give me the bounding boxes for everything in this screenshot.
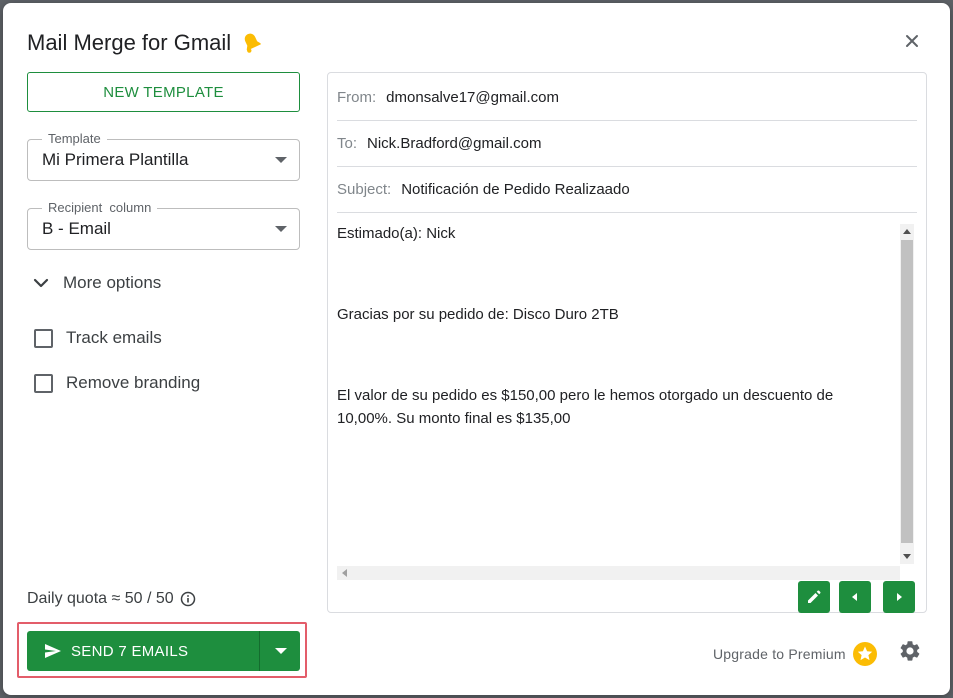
recipient-column-label: Recipient column (42, 200, 158, 215)
more-options-label: More options (63, 273, 162, 292)
upgrade-label: Upgrade to Premium (713, 646, 846, 662)
scroll-down-icon[interactable] (903, 554, 911, 559)
send-icon (45, 644, 61, 658)
remove-branding-checkbox[interactable]: Remove branding (34, 373, 200, 393)
edit-template-button[interactable] (798, 581, 830, 613)
dialog-title-text: Mail Merge for Gmail (27, 30, 232, 55)
send-emails-button[interactable]: SEND 7 EMAILS (27, 631, 259, 671)
chevron-down-icon (275, 226, 287, 232)
scrollbar-thumb[interactable] (901, 240, 913, 543)
scroll-up-icon[interactable] (903, 229, 911, 234)
template-select-value: Mi Primera Plantilla (42, 150, 189, 169)
track-emails-label: Track emails (66, 328, 162, 347)
email-preview: From: dmonsalve17@gmail.com To: Nick.Bra… (327, 72, 927, 613)
caret-left-icon (852, 593, 857, 601)
scroll-left-icon[interactable] (342, 569, 347, 577)
template-select-label: Template (42, 131, 107, 146)
info-icon[interactable] (180, 591, 196, 607)
template-select[interactable]: Template Mi Primera Plantilla (27, 131, 300, 181)
chevron-down-icon (33, 278, 49, 288)
caret-down-icon (275, 648, 287, 654)
mail-merge-dialog: Mail Merge for Gmail NEW TEMPLATE Templa… (3, 3, 950, 695)
caret-right-icon (897, 593, 902, 601)
more-options-toggle[interactable]: More options (31, 273, 161, 293)
subject-label: Subject: (337, 181, 392, 198)
remove-branding-label: Remove branding (66, 373, 201, 392)
to-label: To: (337, 135, 358, 152)
track-emails-checkbox[interactable]: Track emails (34, 328, 162, 348)
horizontal-scrollbar[interactable] (337, 566, 900, 580)
recipient-column-value: B - Email (42, 219, 111, 238)
star-icon (852, 642, 877, 666)
close-icon[interactable] (902, 31, 922, 51)
pencil-icon (808, 590, 821, 603)
to-row: To: Nick.Bradford@gmail.com (337, 121, 917, 167)
dialog-title: Mail Merge for Gmail (27, 30, 265, 56)
checkbox-box[interactable] (34, 328, 53, 348)
recipient-column-select[interactable]: Recipient column B - Email (27, 200, 300, 250)
previous-recipient-button[interactable] (839, 581, 871, 613)
checkbox-box[interactable] (34, 373, 53, 393)
send-emails-label: SEND 7 EMAILS (71, 642, 189, 660)
to-value: Nick.Bradford@gmail.com (367, 135, 542, 152)
vertical-scrollbar[interactable] (900, 224, 914, 564)
from-value: dmonsalve17@gmail.com (386, 89, 559, 106)
next-recipient-button[interactable] (883, 581, 915, 613)
subject-row: Subject: Notificación de Pedido Realizaa… (337, 167, 917, 213)
from-label: From: (337, 89, 377, 106)
daily-quota-text: Daily quota ≈ 50 / 50 (27, 590, 174, 607)
subject-value: Notificación de Pedido Realizaado (401, 181, 630, 198)
body-paragraph: Gracias por su pedido de: Disco Duro 2TB (337, 306, 619, 323)
chevron-down-icon (275, 157, 287, 163)
body-paragraph: El valor de su pedido es $150,00 pero le… (337, 387, 834, 427)
send-options-dropdown[interactable] (259, 631, 300, 671)
bell-icon (244, 33, 262, 53)
new-template-button[interactable]: NEW TEMPLATE (27, 72, 300, 112)
gear-icon[interactable] (898, 639, 922, 663)
body-paragraph: Estimado(a): Nick (337, 225, 456, 242)
email-body: Estimado(a): Nick Gracias por su pedido … (337, 220, 917, 565)
daily-quota: Daily quota ≈ 50 / 50 (27, 590, 196, 608)
new-template-label: NEW TEMPLATE (103, 83, 224, 101)
upgrade-to-premium-link[interactable]: Upgrade to Premium (713, 641, 878, 667)
from-row: From: dmonsalve17@gmail.com (337, 75, 917, 121)
